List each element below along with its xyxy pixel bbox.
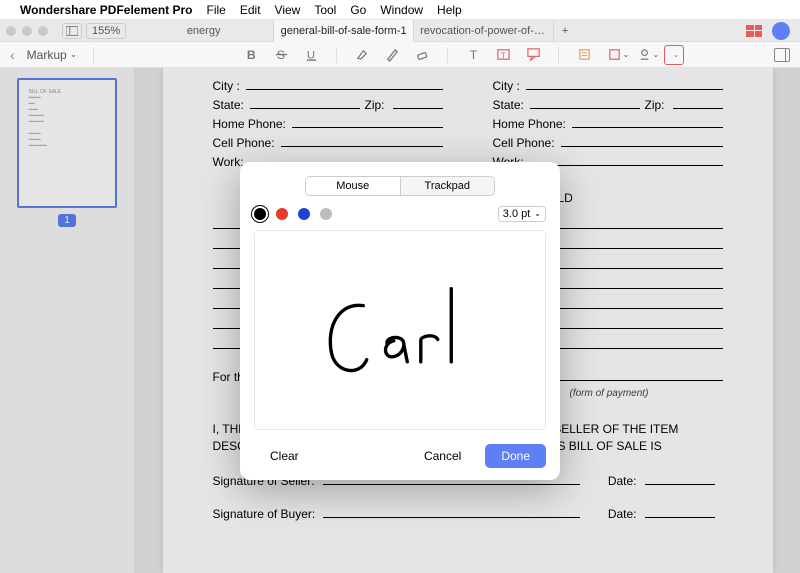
textbox-icon[interactable]: T — [494, 46, 512, 64]
color-red[interactable] — [276, 208, 288, 220]
tab-revocation[interactable]: revocation-of-power-of-att... — [414, 20, 554, 42]
highlighter-icon[interactable] — [353, 46, 371, 64]
chevron-down-icon: ⌄ — [653, 50, 660, 59]
callout-icon[interactable] — [524, 46, 542, 64]
window-controls[interactable] — [6, 26, 48, 36]
signature-canvas[interactable] — [254, 230, 546, 430]
seg-mouse[interactable]: Mouse — [306, 177, 401, 195]
cancel-button[interactable]: Cancel — [408, 444, 477, 468]
back-button[interactable]: ‹ — [10, 47, 15, 63]
menu-tool[interactable]: Tool — [314, 3, 336, 17]
eraser-icon[interactable] — [413, 46, 431, 64]
color-grey[interactable] — [320, 208, 332, 220]
pencil-icon[interactable] — [383, 46, 401, 64]
underline-icon[interactable]: U — [302, 46, 320, 64]
mode-dropdown[interactable]: Markup ⌄ — [27, 48, 78, 62]
input-mode-segmented[interactable]: Mouse Trackpad — [305, 176, 495, 196]
tab-bill-of-sale[interactable]: general-bill-of-sale-form-1 — [274, 20, 414, 42]
shape-icon[interactable]: ⌄ — [605, 46, 623, 64]
seg-trackpad[interactable]: Trackpad — [401, 177, 495, 195]
mac-menubar: Wondershare PDFelement Pro File Edit Vie… — [0, 0, 800, 20]
stroke-size-select[interactable]: 3.0 pt ⌄ — [498, 206, 546, 222]
svg-text:T: T — [500, 50, 505, 60]
markup-toolbar: ‹ Markup ⌄ B S U T T ⌄ ⌄ ⌄ — [0, 42, 800, 68]
menu-help[interactable]: Help — [437, 3, 462, 17]
menu-view[interactable]: View — [275, 3, 301, 17]
strikethrough-icon[interactable]: S — [272, 46, 290, 64]
signature-button-highlighted[interactable]: ⌄ — [665, 46, 683, 64]
content-area: BILL OF SALE━━━━━━━━━━━━━━━━━━━━━━━━━━━━… — [0, 68, 800, 573]
window-tabrow: 155% energy general-bill-of-sale-form-1 … — [0, 20, 800, 42]
menu-go[interactable]: Go — [350, 3, 366, 17]
chevron-down-icon: ⌄ — [673, 50, 680, 59]
mode-label: Markup — [27, 48, 67, 62]
chevron-down-icon: ⌄ — [70, 49, 78, 60]
svg-text:T: T — [469, 48, 477, 62]
chevron-down-icon: ⌄ — [534, 209, 541, 218]
app-name[interactable]: Wondershare PDFelement Pro — [20, 3, 193, 17]
stamp-icon[interactable]: ⌄ — [635, 46, 653, 64]
color-blue[interactable] — [298, 208, 310, 220]
workspace-switcher-icon[interactable] — [746, 25, 762, 37]
bold-icon[interactable]: B — [242, 46, 260, 64]
menu-file[interactable]: File — [207, 3, 226, 17]
maximize-dot-icon[interactable] — [38, 26, 48, 36]
zoom-level[interactable]: 155% — [86, 23, 126, 39]
zoom-value: 155% — [92, 25, 120, 37]
menu-edit[interactable]: Edit — [240, 3, 261, 17]
chevron-down-icon: ⌄ — [623, 50, 630, 59]
panel-toggle-button[interactable] — [774, 48, 790, 62]
minimize-dot-icon[interactable] — [22, 26, 32, 36]
tab-energy[interactable]: energy — [134, 20, 274, 42]
note-icon[interactable] — [575, 46, 593, 64]
user-avatar[interactable] — [772, 22, 790, 40]
menu-window[interactable]: Window — [380, 3, 423, 17]
text-icon[interactable]: T — [464, 46, 482, 64]
add-tab-button[interactable]: + — [554, 25, 576, 37]
svg-text:B: B — [247, 48, 256, 62]
view-mode-button[interactable] — [62, 23, 82, 39]
close-dot-icon[interactable] — [6, 26, 16, 36]
color-black[interactable] — [254, 208, 266, 220]
stroke-size-value: 3.0 pt — [503, 208, 531, 220]
signature-glyph-icon — [299, 260, 502, 399]
done-button[interactable]: Done — [485, 444, 546, 468]
clear-button[interactable]: Clear — [254, 444, 315, 468]
signature-dialog: Mouse Trackpad 3.0 pt ⌄ — [240, 162, 560, 480]
